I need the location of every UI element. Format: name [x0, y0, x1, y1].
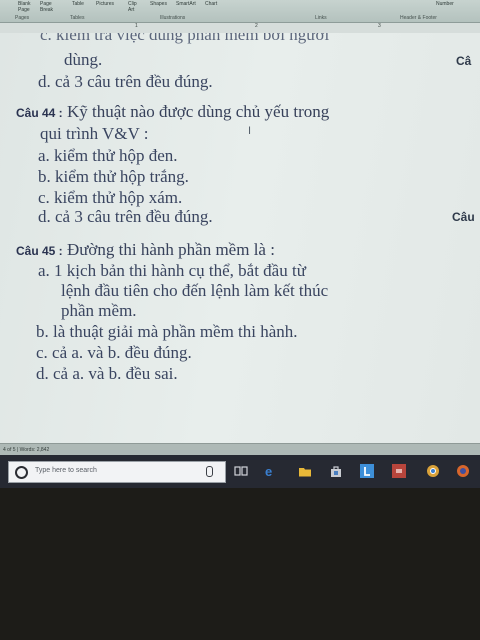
cortana-icon[interactable]	[15, 466, 28, 479]
document-page[interactable]: c. kiểm tra việc dùng phần mềm bởi người…	[0, 33, 480, 443]
svg-text:e: e	[265, 464, 272, 478]
cover-page-button[interactable]	[2, 1, 3, 7]
monitor-bezel	[0, 488, 480, 640]
page-break-button[interactable]: Page Break	[40, 1, 56, 13]
question-44-text: Kỹ thuật nào được dùng chủ yếu trong	[66, 102, 330, 121]
chart-button[interactable]: Chart	[205, 1, 217, 7]
l-app-icon[interactable]	[360, 464, 374, 478]
q45-option-b: b. là thuật giải mà phần mềm thi hành.	[36, 322, 298, 341]
ruler-number: 1	[135, 23, 138, 29]
group-tables-label: Tables	[70, 15, 85, 21]
search-placeholder: Type here to search	[35, 467, 97, 474]
search-box[interactable]: Type here to search	[8, 461, 226, 483]
clip-art-button[interactable]: Clip Art	[128, 1, 140, 13]
red-app-icon[interactable]	[392, 464, 406, 478]
prev-option-c: c. kiểm tra việc dùng phần mềm bởi người	[40, 33, 330, 44]
number-button[interactable]: Number	[436, 1, 454, 7]
ribbon: Blank Page Page Break Table Pictures Cli…	[0, 0, 480, 23]
question-44-label: Câu 44 :	[16, 106, 63, 120]
q45-option-d: d. cả a. và b. đều sai.	[36, 364, 178, 383]
text-cursor: I	[248, 125, 252, 137]
side-question-label: Câu	[452, 210, 475, 224]
firefox-icon[interactable]	[456, 464, 470, 478]
prev-option-d: d. cả 3 câu trên đều đúng.	[38, 72, 213, 91]
page-word-count[interactable]: 4 of 5 | Words: 2,842	[3, 447, 49, 453]
q45-option-a-line3: phần mềm.	[61, 301, 137, 320]
taskbar: Type here to search e	[0, 455, 480, 488]
blank-page-button[interactable]: Blank Page	[18, 1, 34, 13]
prev-option-c-cont: dùng.	[64, 50, 103, 69]
pictures-button[interactable]: Pictures	[96, 1, 114, 7]
task-view-icon[interactable]	[234, 464, 248, 478]
ruler-number: 2	[255, 23, 258, 29]
q45-option-c: c. cả a. và b. đều đúng.	[36, 343, 192, 362]
question-45-label: Câu 45 :	[16, 244, 63, 258]
ruler-number: 3	[378, 23, 381, 29]
question-44-text-cont: qui trình V&V :	[40, 124, 149, 143]
q44-option-c: c. kiểm thử hộp xám.	[38, 188, 183, 207]
side-question-label: Câ	[456, 54, 472, 68]
q44-option-a: a. kiểm thử hộp đen.	[38, 146, 178, 165]
q45-option-a-line2: lệnh đầu tiên cho đến lệnh làm kết thúc	[61, 281, 329, 300]
q44-option-d: d. cả 3 câu trên đều đúng.	[38, 207, 213, 226]
question-45: Câu 45 : Đường thi hành phần mềm là :	[16, 240, 275, 260]
file-explorer-icon[interactable]	[298, 464, 312, 478]
edge-icon[interactable]: e	[264, 464, 278, 478]
shapes-button[interactable]: Shapes	[150, 1, 167, 7]
smartart-button[interactable]: SmartArt	[176, 1, 196, 7]
table-button[interactable]: Table	[72, 1, 84, 7]
chrome-icon[interactable]	[426, 464, 440, 478]
question-44: Câu 44 : Kỹ thuật nào được dùng chủ yếu …	[16, 102, 329, 122]
group-links-label: Links	[315, 15, 327, 21]
store-icon[interactable]	[329, 464, 343, 478]
q44-option-b: b. kiểm thử hộp trắng.	[38, 167, 189, 186]
question-45-text: Đường thi hành phần mềm là :	[66, 240, 275, 259]
group-header-footer-label: Header & Footer	[400, 15, 437, 21]
microphone-icon[interactable]	[206, 466, 213, 477]
q45-option-a-line1: a. 1 kịch bản thi hành cụ thể, bắt đầu t…	[38, 261, 306, 280]
group-illustrations-label: Illustrations	[160, 15, 186, 21]
group-pages-label: Pages	[15, 15, 30, 21]
